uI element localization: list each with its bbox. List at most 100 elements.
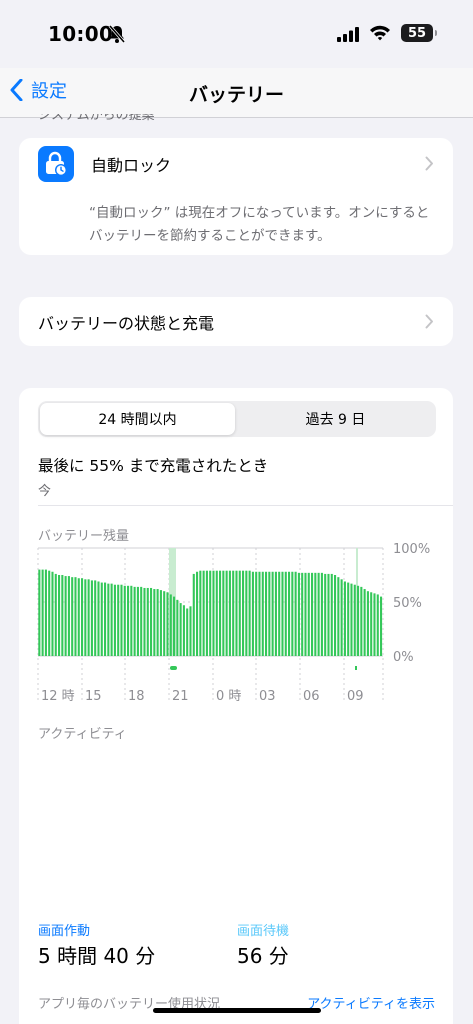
battery-level-bar [235, 570, 238, 656]
chevron-right-icon [425, 156, 433, 171]
battery-level-bar [77, 578, 80, 656]
battery-level-bar [64, 576, 67, 656]
battery-level-bar [212, 570, 215, 656]
battery-level-bar [248, 570, 251, 656]
battery-level-bar [104, 582, 107, 656]
battery-level-bar [143, 587, 146, 656]
y-tick-label: 50% [393, 596, 422, 611]
x-tick-label: 03 [259, 689, 276, 704]
battery-level-bar [182, 605, 185, 656]
lock-timer-icon [38, 146, 74, 182]
show-activity-link[interactable]: アクティビティを表示 [307, 993, 435, 1012]
battery-level-bar [320, 572, 323, 656]
battery-level-bar [110, 583, 113, 656]
battery-level-bar [274, 571, 277, 656]
battery-level-bar [297, 572, 300, 656]
battery-level-bar [166, 592, 169, 656]
battery-level-bar [370, 592, 373, 656]
battery-level-bar [173, 596, 176, 656]
x-tick-label: 15 [85, 689, 102, 704]
home-indicator [153, 1008, 321, 1013]
battery-level-bar [107, 583, 110, 656]
battery-level-bar [48, 570, 51, 656]
battery-health-row[interactable]: バッテリーの状態と充電 [19, 297, 453, 346]
y-tick-label: 0% [393, 650, 414, 665]
battery-level-bar [261, 571, 264, 656]
cellular-signal-icon [337, 27, 359, 42]
activity-chart-title: アクティビティ [38, 727, 127, 742]
screen-on-label: 画面作動 [38, 924, 91, 939]
battery-level-bar [199, 570, 202, 656]
battery-level-bar [51, 571, 54, 656]
battery-level-bar [353, 584, 356, 656]
wifi-icon [370, 25, 390, 41]
battery-level-bar [41, 569, 44, 656]
battery-level-bar [311, 572, 314, 656]
battery-level-bar [61, 575, 64, 656]
battery-level-bar [84, 579, 87, 656]
battery-level-bar [271, 571, 274, 656]
battery-level-bar [317, 572, 320, 656]
battery-level-bar [38, 569, 41, 656]
charging-indicator [170, 666, 177, 670]
autolock-row[interactable]: 自動ロック [19, 138, 453, 190]
battery-level-bar [150, 587, 153, 656]
battery-level-bar [380, 596, 383, 656]
battery-level-bar [222, 570, 225, 656]
battery-usage-card: 24 時間以内 過去 9 日 最後に 55% まで充電されたとき 今 バッテリー… [19, 388, 453, 1024]
battery-level-bar [100, 582, 103, 656]
battery-level-bar [97, 581, 100, 656]
battery-level-bar [301, 572, 304, 656]
battery-level-bar [219, 570, 222, 656]
battery-level-bar [123, 585, 126, 656]
battery-level-bar [307, 572, 310, 656]
x-tick-label: 0 時 [216, 689, 241, 704]
battery-level-bar [163, 591, 166, 656]
battery-level-bar [245, 570, 248, 656]
autolock-description: “自動ロック” は現在オフになっています。オンにするとバッテリーを節約することが… [89, 205, 430, 244]
x-tick-label: 21 [172, 689, 189, 704]
screen-on-value: 5 時間 40 分 [38, 944, 156, 968]
battery-level-bar [74, 577, 77, 656]
battery-level-bar [376, 594, 379, 656]
battery-level-bar [186, 608, 189, 656]
battery-level-bar [202, 570, 205, 656]
battery-level-bar [113, 584, 116, 656]
battery-level-bar [265, 571, 268, 656]
battery-level-bar [291, 571, 294, 656]
battery-level-bar [304, 572, 307, 656]
battery-level-bar [343, 581, 346, 656]
status-time: 10:00 [48, 22, 114, 46]
suggestions-header: システムからの提案 [38, 114, 155, 123]
battery-level-bar [232, 570, 235, 656]
battery-level-bar [44, 569, 47, 656]
battery-level-bar [153, 589, 156, 656]
battery-level-bar [58, 575, 61, 656]
battery-level-bar [363, 589, 366, 656]
battery-level-bar [284, 571, 287, 656]
battery-level-bar [324, 573, 327, 656]
battery-level-bar [140, 586, 143, 656]
battery-health-label: バッテリーの状態と充電 [38, 314, 215, 333]
battery-level-bar [281, 571, 284, 656]
battery-icon: 55 [401, 24, 437, 42]
navigation-bar: 設定 バッテリー [0, 68, 473, 118]
battery-level-bar [278, 571, 281, 656]
battery-level-bar [136, 586, 139, 656]
battery-level-bar [54, 573, 57, 656]
x-tick-label: 06 [303, 689, 320, 704]
screen-off-value: 56 分 [237, 944, 289, 968]
battery-level-bar [258, 571, 261, 656]
battery-level-bar [192, 573, 195, 656]
battery-level-bar [268, 571, 271, 656]
battery-level-bar [215, 570, 218, 656]
battery-level-bar [373, 593, 376, 656]
battery-level-bar [120, 584, 123, 656]
battery-level-bar [228, 570, 231, 656]
battery-level-bar [176, 599, 179, 656]
battery-level-bar [169, 594, 172, 656]
battery-level-bar [133, 586, 136, 656]
battery-level-bar [94, 580, 97, 656]
battery-level-bar [189, 606, 192, 656]
battery-level-bar [209, 570, 212, 656]
